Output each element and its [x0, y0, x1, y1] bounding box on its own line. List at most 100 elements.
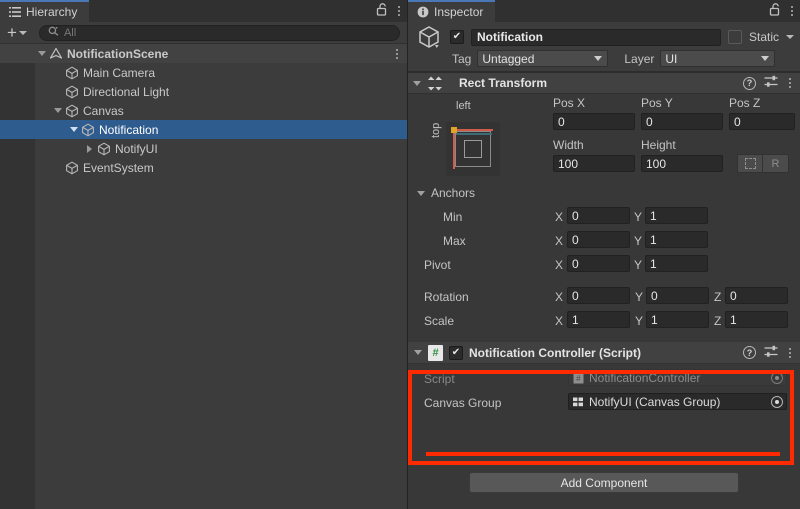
layer-dropdown[interactable]: UI — [660, 50, 776, 67]
anchor-min-x-field[interactable]: 0 — [567, 207, 630, 224]
kebab-menu-icon[interactable] — [395, 4, 403, 18]
rect-transform-header[interactable]: Rect Transform ? — [408, 72, 800, 94]
canvas-group-object-field[interactable]: NotifyUI (Canvas Group) — [568, 393, 787, 410]
static-checkbox[interactable] — [727, 30, 742, 44]
object-picker-icon[interactable] — [771, 395, 783, 408]
preset-settings-icon[interactable] — [764, 75, 778, 91]
foldout-toggle[interactable] — [67, 127, 80, 132]
canvas-group-icon — [572, 395, 585, 408]
tab-inspector[interactable]: Inspector — [408, 0, 496, 22]
hierarchy-item-notificationscene[interactable]: NotificationScene — [0, 44, 407, 63]
notification-controller-title: Notification Controller (Script) — [469, 345, 641, 360]
scale-x-field[interactable]: 1 — [567, 311, 630, 328]
scale-y-value: 1 — [651, 312, 658, 327]
width-field[interactable]: 100 — [553, 155, 635, 172]
preset-settings-icon[interactable] — [764, 345, 778, 361]
script-field-label: Script — [424, 372, 455, 386]
height-field[interactable]: 100 — [641, 155, 723, 172]
gameobject-cube-icon[interactable] — [416, 24, 443, 51]
anchor-min-label: Min — [443, 210, 463, 224]
gameobject-cube-icon — [80, 122, 96, 138]
kebab-menu-icon[interactable] — [786, 346, 794, 360]
anchor-max-y-field[interactable]: 1 — [645, 231, 708, 248]
blueprint-mode-icon — [744, 158, 756, 169]
pivot-y-value: 1 — [650, 256, 657, 271]
hierarchy-search-placeholder: All — [63, 26, 77, 39]
tab-hierarchy[interactable]: Hierarchy — [0, 0, 90, 22]
highlight-underline-canvas-group — [426, 452, 780, 456]
anchors-foldout[interactable]: Anchors — [417, 186, 475, 200]
foldout-toggle[interactable] — [83, 144, 96, 153]
help-icon[interactable]: ? — [743, 346, 756, 359]
component-enabled-checkbox[interactable] — [449, 345, 463, 360]
pivot-y-field[interactable]: 1 — [645, 255, 708, 272]
hierarchy-item-label: Canvas — [83, 103, 124, 118]
lock-open-icon[interactable] — [769, 3, 781, 19]
pos-x-field[interactable]: 0 — [553, 113, 635, 130]
hierarchy-item-eventsystem[interactable]: EventSystem — [0, 158, 407, 177]
svg-text:#: # — [576, 374, 581, 383]
foldout-expanded-icon[interactable] — [414, 350, 422, 355]
rotation-y-field[interactable]: 0 — [646, 287, 709, 304]
object-picker-icon — [771, 371, 783, 384]
rotation-y-value: 0 — [651, 288, 658, 303]
object-enabled-checkbox[interactable] — [450, 30, 464, 44]
notification-controller-header[interactable]: # Notification Controller (Script) ? — [408, 342, 800, 364]
canvas-group-field-label: Canvas Group — [424, 396, 502, 410]
hierarchy-item-label: Directional Light — [83, 84, 170, 99]
rect-transform-header-actions: ? — [743, 75, 794, 91]
pivot-x-field[interactable]: 0 — [567, 255, 630, 272]
plus-icon: + — [7, 22, 17, 42]
pos-x-label: Pos X — [553, 96, 586, 110]
rotation-z-field[interactable]: 0 — [725, 287, 788, 304]
help-icon[interactable]: ? — [743, 76, 756, 90]
add-component-button[interactable]: Add Component — [469, 472, 739, 493]
chevron-down-icon — [761, 56, 770, 61]
anchor-min-y-field[interactable]: 1 — [645, 207, 708, 224]
notification-controller-component: # Notification Controller (Script) ? — [408, 342, 800, 426]
width-label: Width — [553, 138, 584, 152]
foldout-toggle[interactable] — [35, 51, 48, 56]
object-name-field[interactable]: Notification — [471, 28, 721, 46]
scale-y-field[interactable]: 1 — [646, 311, 709, 328]
scale-x-label: X — [555, 314, 564, 328]
kebab-menu-icon[interactable] — [393, 44, 401, 63]
foldout-toggle[interactable] — [51, 108, 64, 113]
anchor-max-y-value: 1 — [650, 232, 657, 247]
pos-z-field[interactable]: 0 — [729, 113, 795, 130]
hierarchy-item-notification[interactable]: Notification — [0, 120, 407, 139]
add-gameobject-button[interactable]: + — [5, 22, 29, 42]
scale-z-field[interactable]: 1 — [725, 311, 788, 328]
rotation-x-field[interactable]: 0 — [567, 287, 630, 304]
pos-y-field[interactable]: 0 — [641, 113, 723, 130]
blueprint-mode-button[interactable] — [737, 154, 763, 173]
hierarchy-tree: NotificationScene Main Camera Directiona… — [0, 44, 407, 509]
pivot-y-label: Y — [634, 258, 643, 272]
script-object-value: NotificationController — [589, 370, 701, 385]
lock-open-icon[interactable] — [376, 3, 388, 19]
hierarchy-item-label: NotifyUI — [115, 141, 158, 156]
foldout-expanded-icon[interactable] — [413, 80, 421, 86]
scale-y-label: Y — [635, 314, 644, 328]
hierarchy-item-directional-light[interactable]: Directional Light — [0, 82, 407, 101]
raw-edit-button[interactable]: R — [763, 154, 789, 173]
hierarchy-tabbar: Hierarchy — [0, 0, 407, 22]
hierarchy-item-notifyui[interactable]: NotifyUI — [0, 139, 407, 158]
hierarchy-item-main-camera[interactable]: Main Camera — [0, 63, 407, 82]
tag-dropdown[interactable]: Untagged — [477, 50, 609, 67]
hierarchy-item-canvas[interactable]: Canvas — [0, 101, 407, 120]
anchor-max-x-field[interactable]: 0 — [567, 231, 630, 248]
anchor-min-x-value: 0 — [572, 208, 579, 223]
tag-value: Untagged — [482, 51, 535, 66]
foldout-expanded-icon — [37, 51, 46, 56]
foldout-collapsed-icon — [87, 144, 92, 153]
kebab-menu-icon[interactable] — [788, 4, 796, 18]
tab-hierarchy-label: Hierarchy — [26, 5, 78, 19]
inspector-panel: Inspector ✔ Notification Static Tag Unta… — [408, 0, 800, 509]
hierarchy-search-input[interactable]: All — [38, 24, 400, 41]
kebab-menu-icon[interactable] — [786, 76, 794, 90]
csharp-hash-glyph: # — [432, 346, 439, 359]
chevron-down-icon[interactable] — [786, 35, 794, 39]
pivot-x-value: 0 — [572, 256, 579, 271]
inspector-object-header: Notification Static Tag Untagged Layer U… — [408, 22, 800, 72]
